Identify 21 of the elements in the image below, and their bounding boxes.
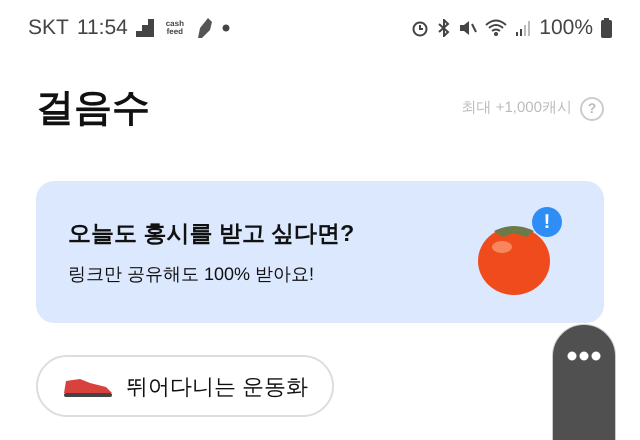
max-reward-text: 최대 +1,000캐시 <box>462 98 572 118</box>
signal-icon <box>515 20 532 36</box>
battery-percent-text: 100% <box>539 15 593 42</box>
bluetooth-icon <box>437 19 452 37</box>
alarm-icon <box>411 19 430 37</box>
banner-title: 오늘도 홍시를 받고 싶다면? <box>68 219 354 248</box>
promo-banner[interactable]: 오늘도 홍시를 받고 싶다면? 링크만 공유해도 100% 받아요! ! <box>36 181 604 323</box>
carrier-text: SKT <box>28 15 69 42</box>
more-icon <box>567 351 601 361</box>
mute-icon <box>459 19 478 37</box>
battery-icon <box>601 18 612 38</box>
app-logo-text: cash feed <box>164 20 185 36</box>
banner-subtitle: 링크만 공유해도 100% 받아요! <box>68 262 316 286</box>
stairs-icon <box>136 19 154 37</box>
sneaker-chip[interactable]: 뛰어다니는 운동화 <box>36 355 334 417</box>
clock-text: 11:54 <box>76 15 128 42</box>
page-title: 걸음수 <box>36 86 150 131</box>
wifi-icon <box>485 19 508 37</box>
alert-badge: ! <box>532 207 562 237</box>
dot-icon <box>222 24 230 32</box>
more-button[interactable] <box>552 324 616 440</box>
